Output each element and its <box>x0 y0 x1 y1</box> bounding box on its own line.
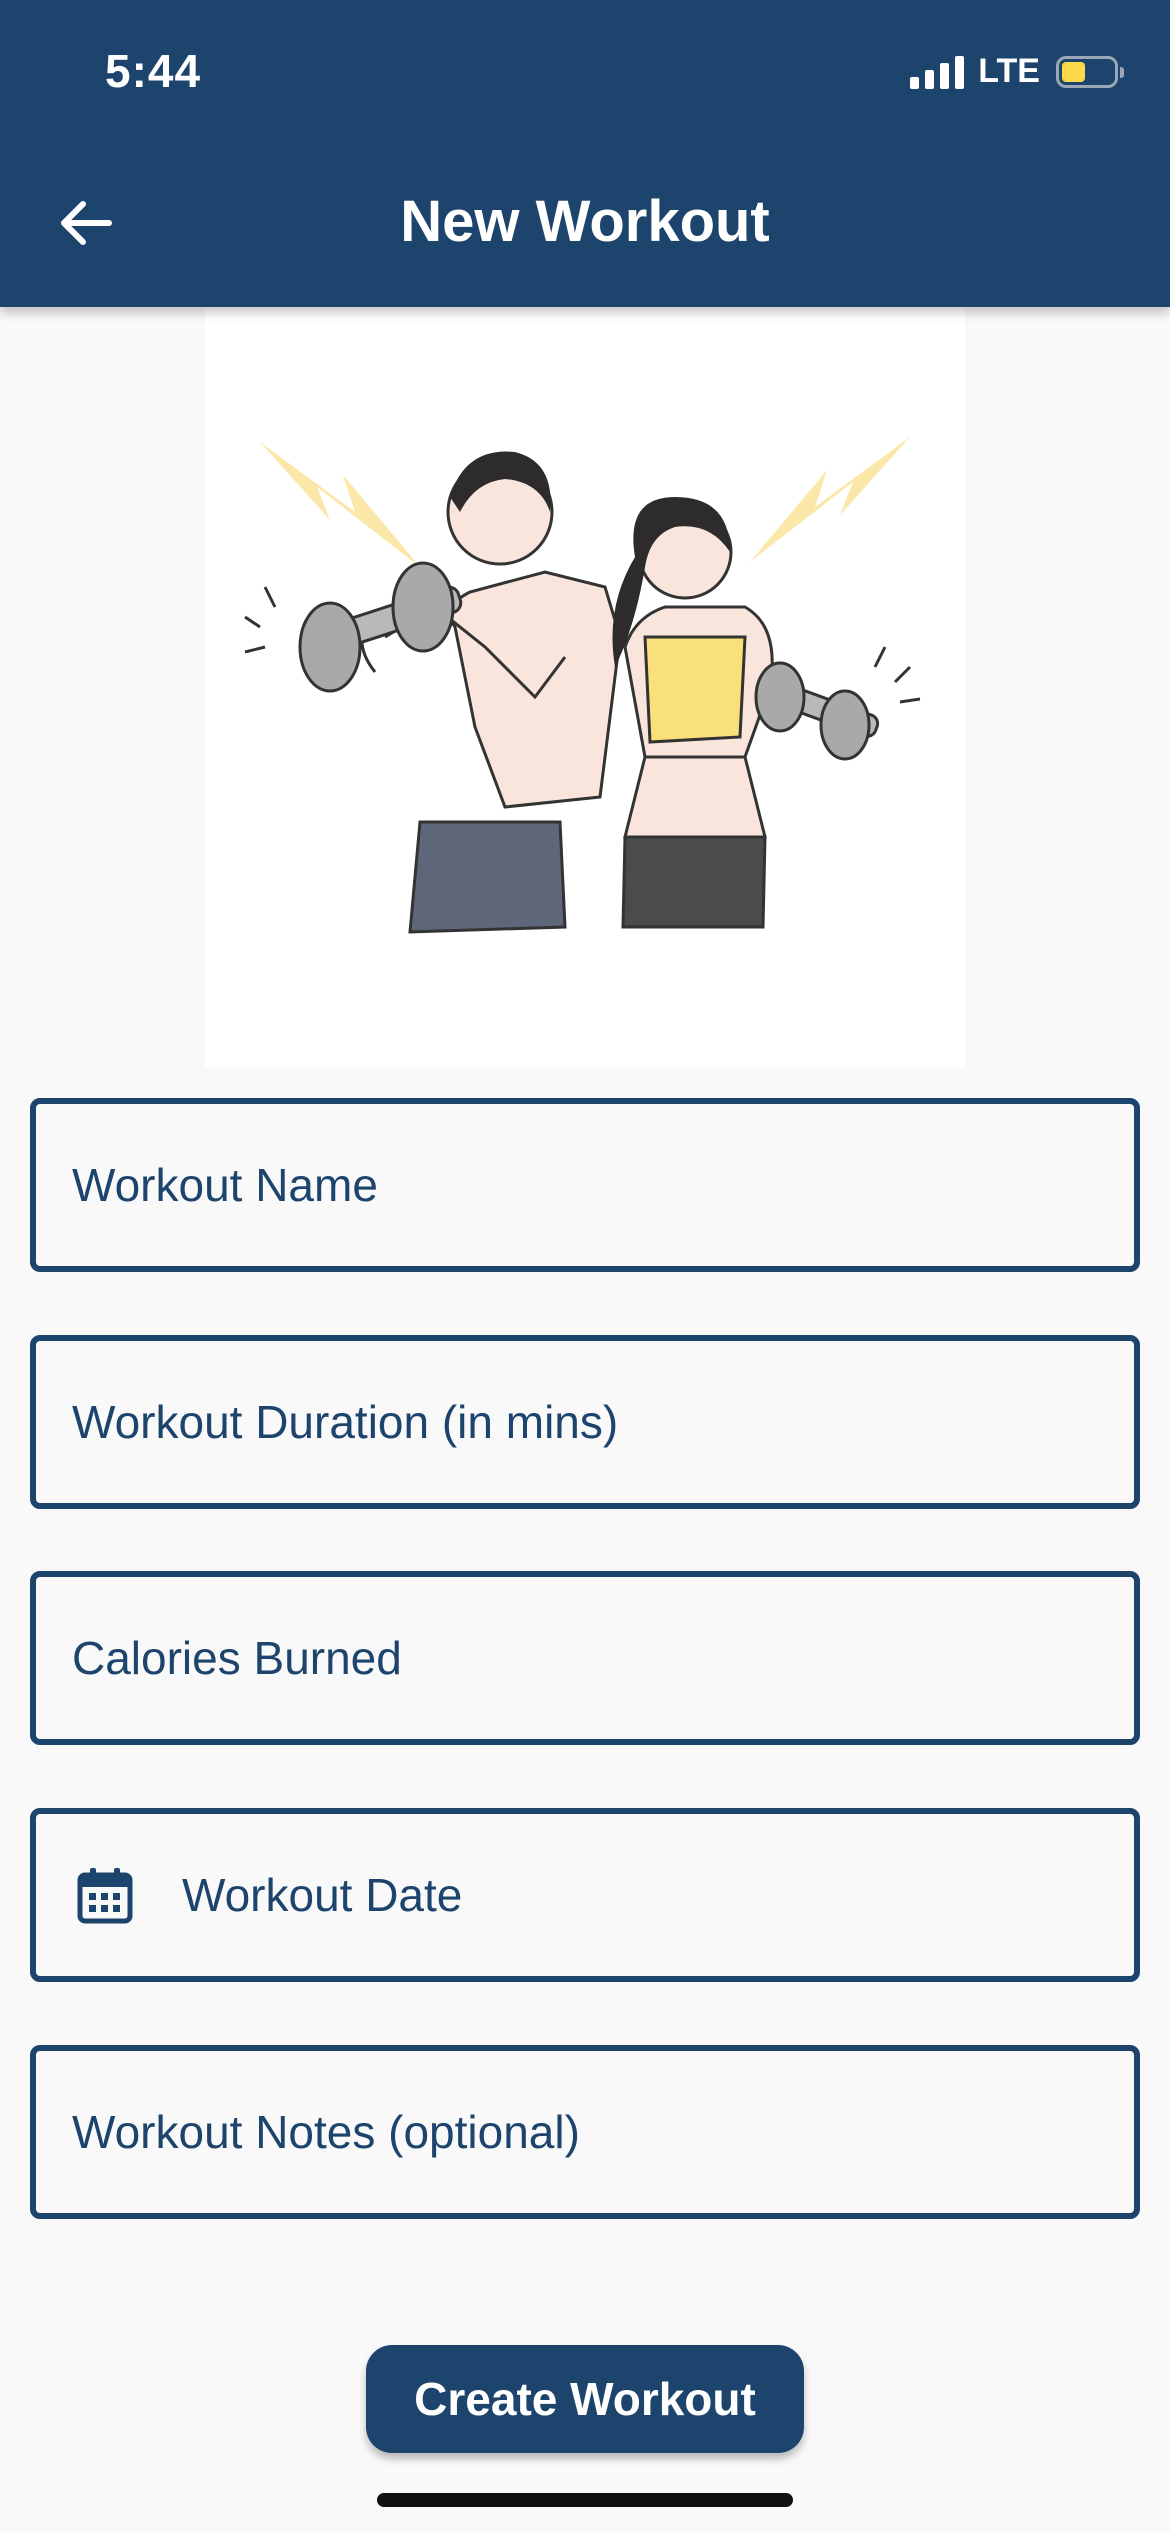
workout-duration-placeholder: Workout Duration (in mins) <box>72 1396 619 1448</box>
status-indicators: LTE <box>910 52 1124 91</box>
home-indicator <box>377 2493 793 2507</box>
network-type: LTE <box>978 52 1040 90</box>
workout-duration-field[interactable]: Workout Duration (in mins) <box>30 1335 1140 1509</box>
cellular-signal-icon <box>910 55 965 89</box>
calories-burned-placeholder: Calories Burned <box>72 1632 402 1684</box>
workout-date-field[interactable]: Workout Date <box>30 1808 1140 1982</box>
status-time: 5:44 <box>105 45 202 97</box>
app-header: 5:44 LTE New Workout <box>0 0 1170 307</box>
workout-date-placeholder: Workout Date <box>182 1869 463 1921</box>
workout-name-field[interactable]: Workout Name <box>30 1098 1140 1272</box>
battery-level <box>1062 61 1085 82</box>
battery-icon <box>1056 55 1124 88</box>
workout-notes-field[interactable]: Workout Notes (optional) <box>30 2045 1140 2219</box>
calories-burned-field[interactable]: Calories Burned <box>30 1571 1140 1745</box>
create-workout-button[interactable]: Create Workout <box>366 2345 804 2453</box>
calendar-icon <box>76 1865 136 1925</box>
workout-name-placeholder: Workout Name <box>72 1159 378 1211</box>
workout-notes-placeholder: Workout Notes (optional) <box>72 2106 580 2158</box>
workout-illustration <box>205 307 965 1067</box>
page-title: New Workout <box>400 189 770 254</box>
